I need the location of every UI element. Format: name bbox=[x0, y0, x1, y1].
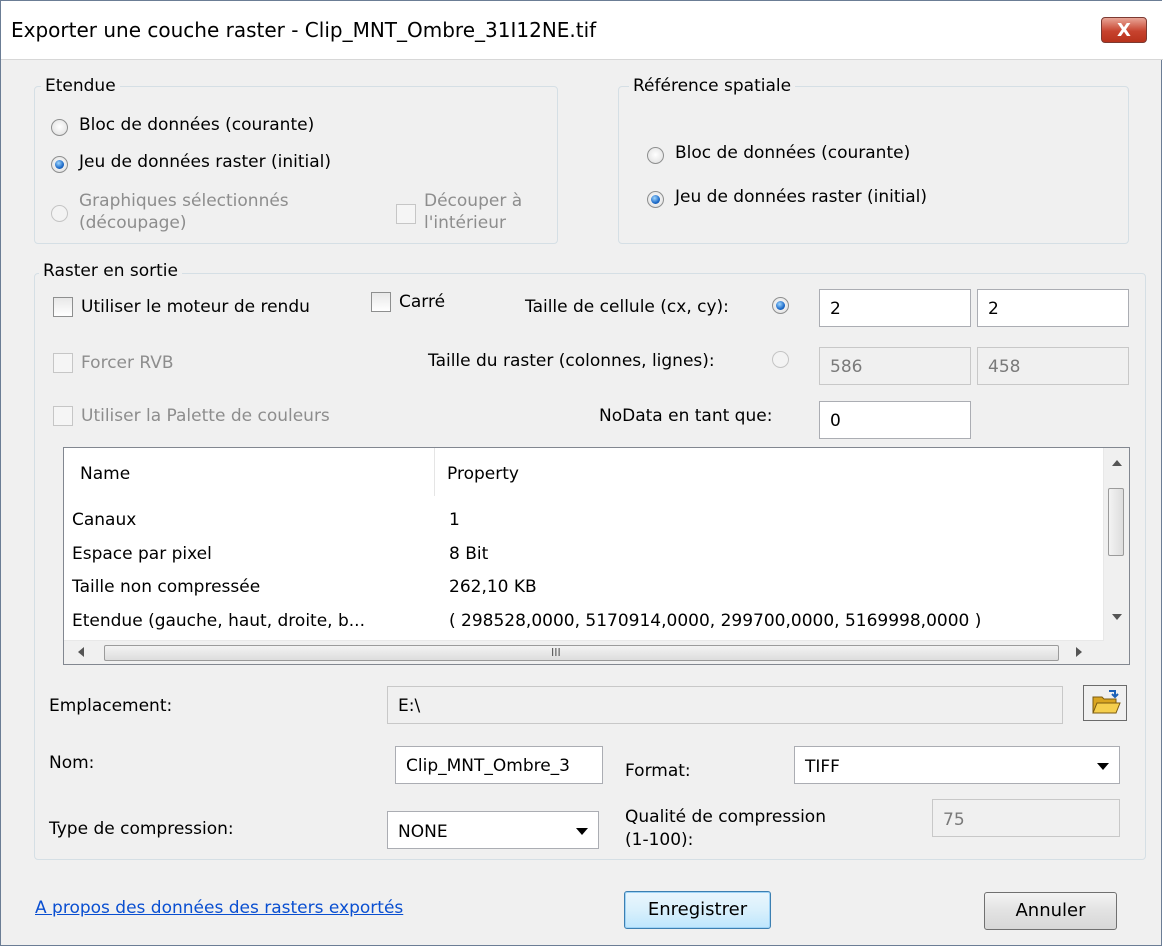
spatial-reference-legend: Référence spatiale bbox=[629, 76, 796, 96]
reference-raster-dataset-label: Jeu de données raster (initial) bbox=[675, 187, 928, 207]
location-label: Emplacement: bbox=[49, 696, 173, 716]
format-selected-value: TIFF bbox=[805, 757, 840, 777]
vertical-scrollbar[interactable] bbox=[1103, 448, 1129, 642]
column-header-separator bbox=[434, 448, 435, 496]
open-folder-icon bbox=[1092, 690, 1121, 714]
about-exported-rasters-link[interactable]: A propos des données des rasters exporté… bbox=[35, 898, 403, 918]
extent-selected-graphics-radio[interactable] bbox=[51, 205, 68, 222]
table-row-value[interactable]: 1 bbox=[449, 510, 460, 530]
export-raster-dialog: Exporter une couche raster - Clip_MNT_Om… bbox=[0, 0, 1163, 946]
square-checkbox[interactable] bbox=[371, 292, 391, 312]
browse-folder-button[interactable] bbox=[1083, 685, 1127, 721]
scrollbar-corner bbox=[1104, 641, 1129, 664]
force-rgb-label: Forcer RVB bbox=[81, 353, 174, 373]
cancel-button[interactable]: Annuler bbox=[984, 892, 1117, 930]
title-bar: Exporter une couche raster - Clip_MNT_Om… bbox=[1, 1, 1163, 60]
save-button[interactable]: Enregistrer bbox=[624, 891, 771, 929]
cell-size-radio[interactable] bbox=[772, 297, 789, 314]
table-row-value[interactable]: ( 298528,0000, 5170914,0000, 299700,0000… bbox=[449, 611, 981, 631]
close-button[interactable]: X bbox=[1101, 17, 1147, 43]
extent-raster-dataset-radio[interactable] bbox=[51, 156, 68, 173]
chevron-down-icon bbox=[1097, 763, 1109, 770]
scroll-down-arrow-icon[interactable] bbox=[1112, 614, 1122, 620]
extent-selected-graphics-label-1: Graphiques sélectionnés bbox=[79, 191, 289, 211]
output-raster-legend: Raster en sortie bbox=[39, 261, 182, 281]
cell-size-cy-input[interactable]: 2 bbox=[977, 289, 1129, 327]
nodata-input[interactable]: 0 bbox=[819, 401, 971, 439]
extent-data-frame-label: Bloc de données (courante) bbox=[79, 115, 315, 135]
extent-selected-graphics-label-2: (découpage) bbox=[79, 213, 187, 233]
raster-size-radio[interactable] bbox=[772, 351, 789, 368]
extent-raster-dataset-label: Jeu de données raster (initial) bbox=[79, 152, 332, 172]
raster-properties-list: Name Property Canaux 1 Espace par pixel … bbox=[63, 447, 1130, 665]
compression-quality-label-1: Qualité de compression bbox=[625, 807, 826, 827]
compression-quality-input[interactable]: 75 bbox=[932, 799, 1120, 837]
clip-inside-label-2: l'intérieur bbox=[424, 213, 506, 233]
name-input[interactable]: Clip_MNT_Ombre_3 bbox=[395, 746, 603, 784]
table-row-name[interactable]: Espace par pixel bbox=[72, 544, 212, 564]
column-header-property[interactable]: Property bbox=[447, 464, 519, 484]
extent-data-frame-radio[interactable] bbox=[51, 119, 68, 136]
cell-size-label: Taille de cellule (cx, cy): bbox=[525, 297, 729, 317]
cell-size-cx-input[interactable]: 2 bbox=[819, 289, 971, 327]
raster-size-label: Taille du raster (colonnes, lignes): bbox=[428, 351, 715, 371]
force-rgb-checkbox[interactable] bbox=[53, 353, 73, 373]
nodata-label: NoData en tant que: bbox=[599, 406, 773, 426]
clip-inside-checkbox[interactable] bbox=[396, 204, 416, 224]
compression-selected-value: NONE bbox=[398, 822, 448, 842]
use-renderer-label: Utiliser le moteur de rendu bbox=[81, 297, 310, 317]
table-row-name[interactable]: Canaux bbox=[72, 510, 136, 530]
dialog-title: Exporter une couche raster - Clip_MNT_Om… bbox=[11, 18, 597, 42]
column-header-name[interactable]: Name bbox=[80, 464, 130, 484]
use-palette-checkbox[interactable] bbox=[53, 406, 73, 426]
reference-raster-dataset-radio[interactable] bbox=[647, 191, 664, 208]
format-dropdown[interactable]: TIFF bbox=[794, 746, 1120, 784]
reference-data-frame-radio[interactable] bbox=[647, 147, 664, 164]
name-label: Nom: bbox=[49, 753, 95, 773]
format-label: Format: bbox=[625, 761, 691, 781]
horizontal-scrollbar[interactable]: III bbox=[64, 640, 1104, 664]
table-row-value[interactable]: 262,10 KB bbox=[449, 577, 537, 597]
scroll-grip-icon: III bbox=[551, 646, 561, 659]
scroll-left-arrow-icon[interactable] bbox=[78, 647, 84, 657]
spatial-reference-group bbox=[618, 86, 1129, 244]
compression-quality-label-2: (1-100): bbox=[625, 830, 694, 850]
square-label: Carré bbox=[399, 292, 446, 312]
horizontal-scroll-thumb[interactable]: III bbox=[104, 645, 1059, 661]
scroll-up-arrow-icon[interactable] bbox=[1112, 460, 1122, 466]
compression-type-dropdown[interactable]: NONE bbox=[387, 811, 599, 849]
vertical-scroll-thumb[interactable] bbox=[1108, 488, 1124, 556]
location-input[interactable]: E:\ bbox=[387, 686, 1063, 724]
scroll-right-arrow-icon[interactable] bbox=[1076, 647, 1082, 657]
clip-inside-label-1: Découper à bbox=[424, 191, 523, 211]
chevron-down-icon bbox=[576, 828, 588, 835]
table-row-name[interactable]: Etendue (gauche, haut, droite, b... bbox=[72, 611, 365, 631]
table-row-value[interactable]: 8 Bit bbox=[449, 544, 488, 564]
table-row-name[interactable]: Taille non compressée bbox=[72, 577, 260, 597]
raster-columns-input[interactable]: 586 bbox=[819, 347, 971, 385]
raster-rows-input[interactable]: 458 bbox=[977, 347, 1129, 385]
reference-data-frame-label: Bloc de données (courante) bbox=[675, 143, 911, 163]
use-renderer-checkbox[interactable] bbox=[53, 297, 73, 317]
use-palette-label: Utiliser la Palette de couleurs bbox=[81, 406, 330, 426]
compression-type-label: Type de compression: bbox=[49, 819, 234, 839]
extent-legend: Etendue bbox=[41, 76, 120, 96]
